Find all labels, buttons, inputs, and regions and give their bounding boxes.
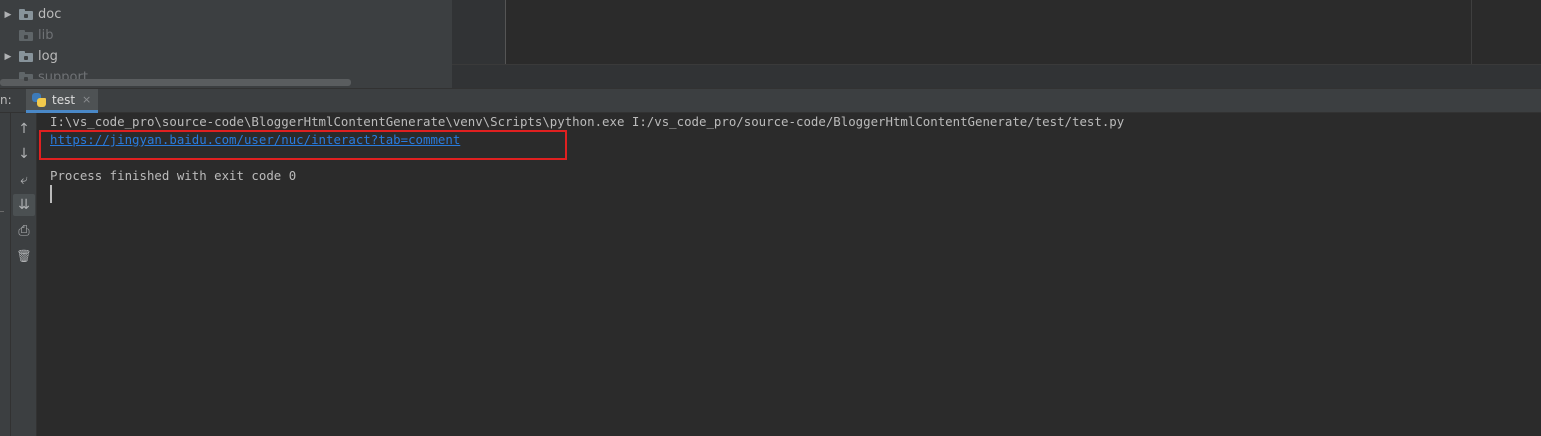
run-label: n: (0, 93, 12, 107)
expand-arrow-icon[interactable]: ▶ (0, 10, 16, 20)
right-margin-guide (1471, 0, 1472, 64)
trash-icon: 🗑 (16, 249, 32, 263)
tree-item-label: lib (38, 28, 54, 43)
run-tab-test[interactable]: test × (26, 89, 98, 113)
close-icon[interactable]: × (82, 93, 91, 106)
console-output[interactable]: I:\vs_code_pro\source-code\BloggerHtmlCo… (37, 113, 1541, 436)
python-icon (32, 92, 46, 107)
folder-icon (19, 51, 33, 62)
editor-breadcrumb-bar (452, 64, 1541, 89)
tree-item-log[interactable]: ▶ log (0, 46, 452, 67)
soft-wrap-button[interactable]: ⤶ (13, 169, 35, 191)
console-exit-message: Process finished with exit code 0 (50, 168, 297, 183)
folder-icon (19, 9, 33, 20)
tree-item-doc[interactable]: ▶ doc (0, 4, 452, 25)
printer-icon: ⎙ (18, 223, 30, 239)
console-toolbar: ↑ ↓ ⤶ ⇊ ⎙ 🗑 (11, 113, 37, 436)
scroll-down-button[interactable]: ↓ (13, 143, 35, 165)
gutter-divider (505, 0, 506, 64)
expand-arrow-icon[interactable]: ▶ (0, 52, 16, 62)
scroll-to-end-icon: ⇊ (18, 197, 30, 213)
console-command-line: I:\vs_code_pro\source-code\BloggerHtmlCo… (50, 114, 1125, 129)
tree-item-label: doc (38, 7, 62, 22)
tab-label: test (52, 92, 76, 107)
soft-wrap-icon: ⤶ (20, 172, 28, 188)
highlight-box (39, 130, 567, 160)
editor-gutter (452, 0, 505, 64)
scroll-to-end-button[interactable]: ⇊ (13, 194, 35, 216)
tree-item-lib[interactable]: ▶ lib (0, 25, 452, 46)
run-tool-window-header: n: test × (0, 88, 1541, 113)
tool-window-stripe (0, 113, 11, 436)
scroll-up-button[interactable]: ↑ (13, 118, 35, 140)
horizontal-scrollbar[interactable] (0, 79, 351, 86)
arrow-up-icon: ↑ (18, 121, 30, 137)
folder-icon (19, 30, 33, 41)
print-button[interactable]: ⎙ (13, 220, 35, 242)
ide-window: ▶ doc ▶ lib ▶ log ▶ support n: test (0, 0, 1541, 436)
project-tree: ▶ doc ▶ lib ▶ log ▶ support (0, 0, 452, 88)
divider (0, 211, 4, 212)
tree-item-label: log (38, 49, 58, 64)
arrow-down-icon: ↓ (18, 146, 30, 162)
text-caret (50, 185, 52, 203)
clear-all-button[interactable]: 🗑 (13, 245, 35, 267)
